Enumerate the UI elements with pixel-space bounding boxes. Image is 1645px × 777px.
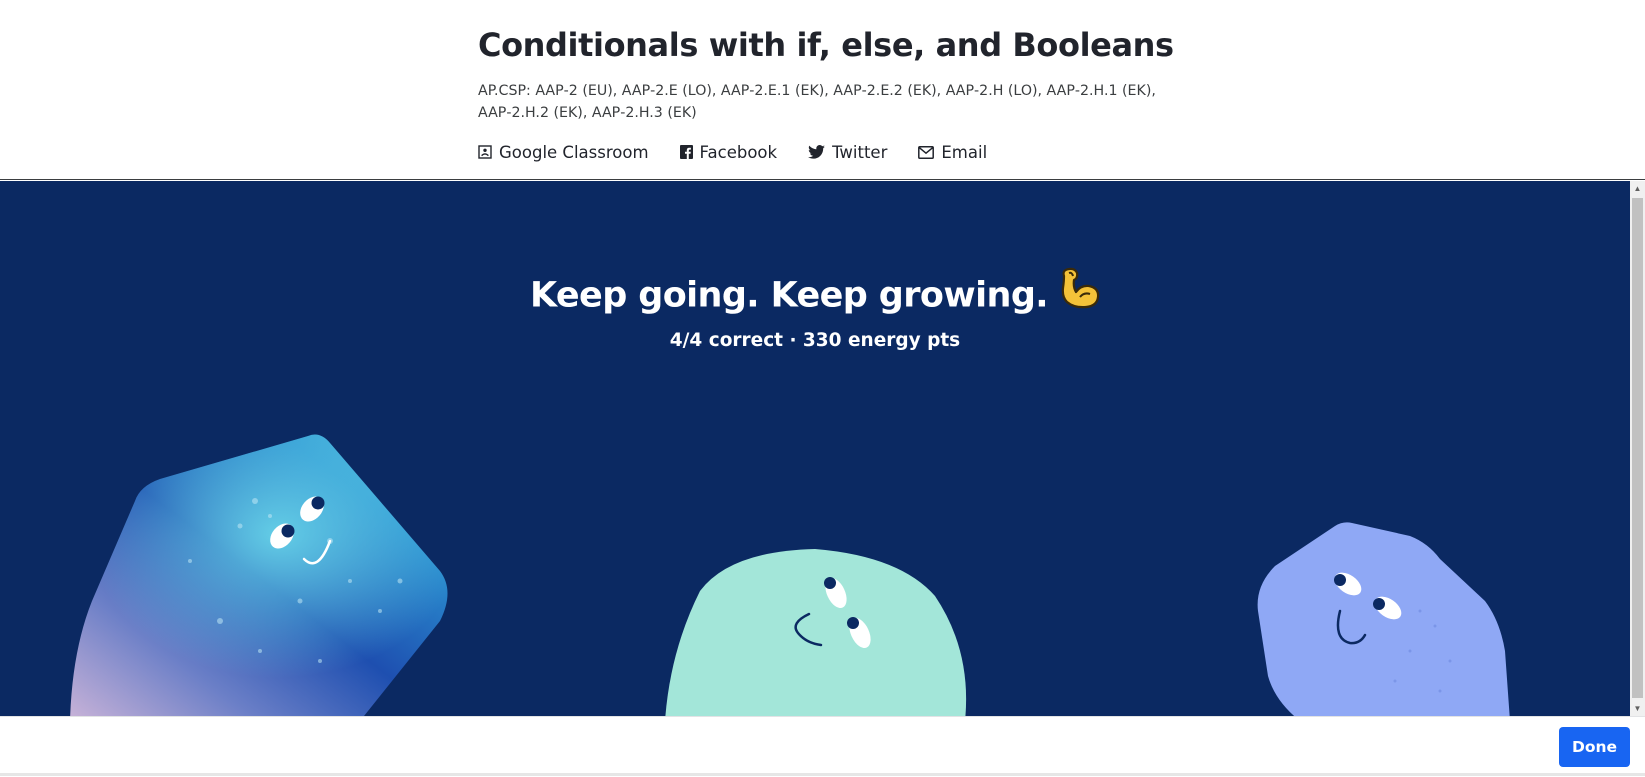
- share-email-button[interactable]: Email: [918, 143, 987, 162]
- creature-illustrations: [70, 434, 1510, 716]
- header-divider: [0, 179, 1645, 180]
- share-facebook-button[interactable]: Facebook: [679, 142, 778, 162]
- standards-list: AP.CSP: AAP‑2 (EU), AAP‑2.E (LO), AAP‑2.…: [478, 83, 1156, 121]
- share-email-label: Email: [941, 142, 988, 162]
- email-icon: [918, 145, 935, 159]
- periwinkle-creature: [1257, 522, 1510, 716]
- page-title: Conditionals with if, else, and Booleans: [478, 26, 1174, 64]
- summary-panel: Keep going. Keep growing. 4/4 correct · …: [0, 181, 1630, 716]
- share-google-classroom-button[interactable]: Google Classroom: [478, 143, 649, 162]
- share-bar: Google Classroom Facebook Twitter Email: [478, 140, 1018, 164]
- mint-creature: [665, 549, 967, 716]
- done-button[interactable]: Done: [1559, 727, 1630, 767]
- panel-scrollbar[interactable]: ▲ ▼: [1630, 181, 1645, 716]
- share-twitter-label: Twitter: [832, 142, 888, 162]
- google-classroom-icon: [478, 145, 492, 159]
- scroll-down-arrow-icon[interactable]: ▼: [1630, 701, 1645, 716]
- cosmic-creature: [70, 434, 448, 716]
- share-twitter-button[interactable]: Twitter: [808, 143, 887, 162]
- share-facebook-label: Facebook: [699, 142, 778, 162]
- facebook-icon: [679, 145, 693, 159]
- exercise-header: Conditionals with if, else, and Booleans…: [0, 0, 1645, 179]
- scroll-thumb[interactable]: [1632, 198, 1643, 698]
- share-google-classroom-label: Google Classroom: [499, 142, 649, 162]
- twitter-icon: [808, 145, 825, 159]
- scroll-up-arrow-icon[interactable]: ▲: [1630, 181, 1645, 196]
- exercise-footer: Done: [0, 716, 1645, 777]
